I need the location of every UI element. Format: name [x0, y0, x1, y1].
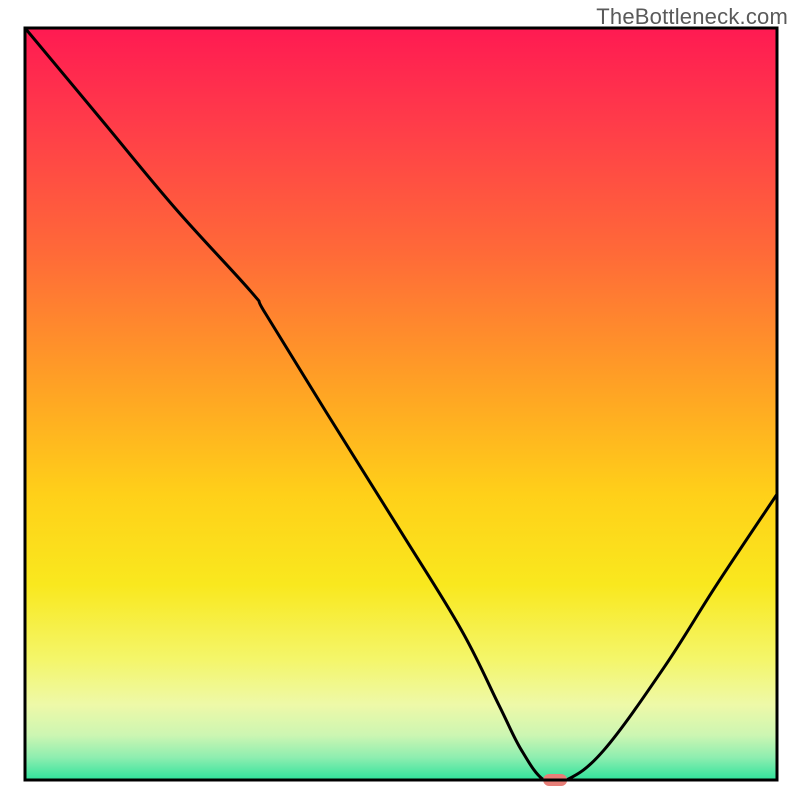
watermark-text: TheBottleneck.com — [596, 4, 788, 30]
bottleneck-chart — [0, 0, 800, 800]
chart-container: TheBottleneck.com — [0, 0, 800, 800]
plot-area — [25, 28, 777, 786]
